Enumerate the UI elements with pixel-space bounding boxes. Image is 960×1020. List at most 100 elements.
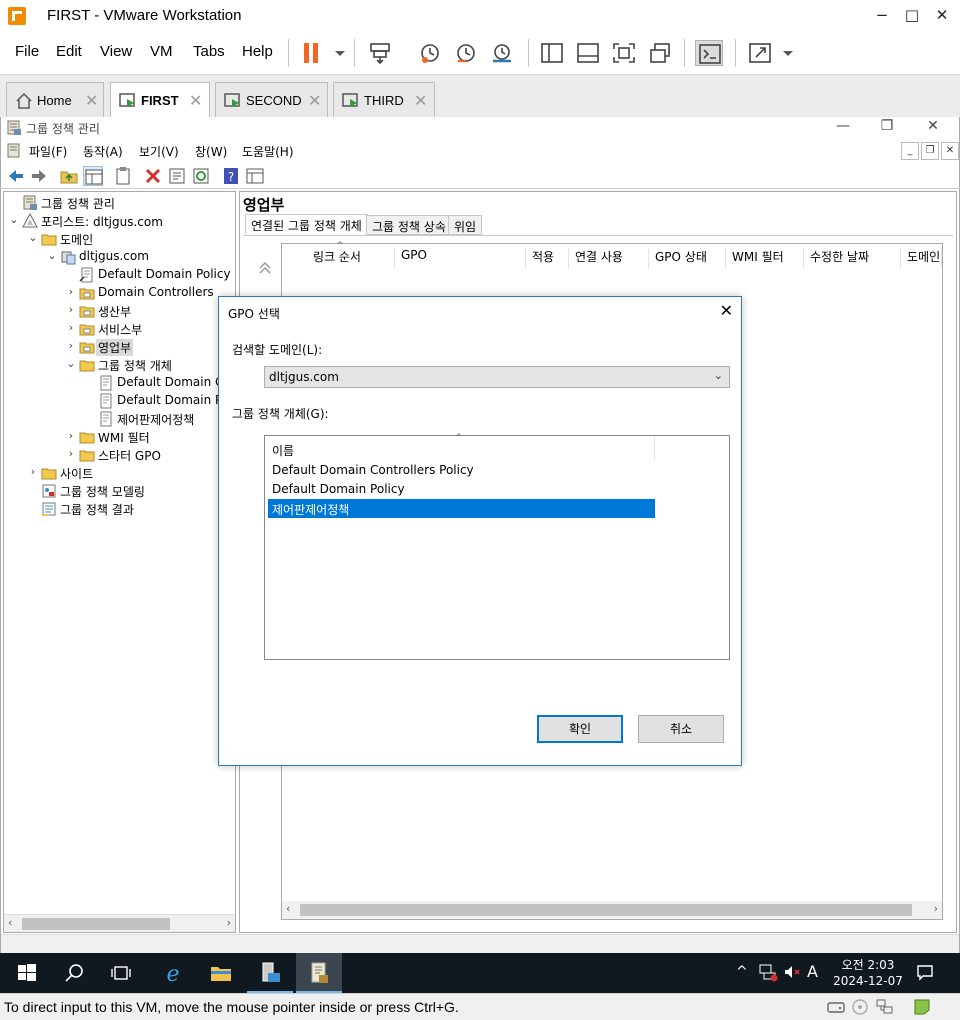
gpo-list-item[interactable]: Default Domain Policy: [268, 480, 655, 499]
mdi-minimize-button[interactable]: _: [901, 142, 919, 160]
stretch-dropdown-icon[interactable]: [774, 40, 793, 66]
unity-icon[interactable]: [646, 40, 674, 66]
notifications-icon[interactable]: [915, 962, 935, 986]
menu-help[interactable]: 도움말(H): [242, 143, 294, 160]
gpmc-restore-button[interactable]: ❐: [877, 118, 897, 134]
cd-dvd-icon[interactable]: [850, 998, 870, 1016]
tab-third[interactable]: THIRD ✕: [333, 82, 435, 118]
gpmc-close-button[interactable]: ✕: [923, 118, 943, 134]
column-gpo-status[interactable]: GPO 상태: [649, 248, 726, 268]
menu-action[interactable]: 동작(A): [83, 143, 123, 160]
server-manager-button[interactable]: [247, 953, 293, 993]
up-folder-icon[interactable]: [59, 166, 79, 186]
ok-button[interactable]: 확인: [537, 715, 623, 743]
start-button[interactable]: [4, 953, 50, 993]
chevron-right-icon[interactable]: ›: [27, 465, 39, 478]
cancel-button[interactable]: 취소: [638, 715, 724, 743]
column-gpo[interactable]: GPO: [395, 248, 526, 268]
minimize-button[interactable]: −: [870, 4, 894, 28]
volume-icon[interactable]: [782, 962, 802, 986]
send-ctrl-alt-del-icon[interactable]: [366, 40, 394, 66]
pause-dropdown-icon[interactable]: [326, 40, 345, 66]
column-link-enabled[interactable]: 연결 사용: [569, 248, 649, 268]
column-enforced[interactable]: 적용: [526, 248, 569, 268]
internet-explorer-button[interactable]: e: [150, 953, 196, 993]
library-view-icon[interactable]: [538, 40, 566, 66]
snapshot-manager-icon[interactable]: [488, 40, 516, 66]
domain-select[interactable]: dltjgus.com ⌄: [264, 366, 730, 388]
dialog-close-icon[interactable]: ✕: [720, 301, 733, 320]
column-wmi-filter[interactable]: WMI 필터: [726, 248, 804, 268]
menu-file[interactable]: 파일(F): [29, 143, 67, 160]
tab-linked-gpos[interactable]: 연결된 그룹 정책 개체: [245, 214, 368, 235]
snapshot-take-icon[interactable]: [416, 40, 444, 66]
scroll-right-icon[interactable]: ›: [227, 916, 231, 929]
console-view-icon[interactable]: [695, 40, 723, 66]
clock-time[interactable]: 오전 2:03: [840, 956, 896, 973]
network-icon[interactable]: [758, 962, 778, 986]
close-button[interactable]: ✕: [930, 4, 954, 28]
chevron-right-icon[interactable]: ›: [65, 285, 77, 298]
scroll-right-icon[interactable]: ›: [934, 902, 938, 915]
menu-tabs[interactable]: Tabs: [193, 43, 225, 60]
show-hidden-icons[interactable]: ^: [736, 964, 748, 980]
tree-horizontal-scrollbar[interactable]: ‹ ›: [4, 914, 235, 932]
snapshot-revert-icon[interactable]: [452, 40, 480, 66]
delete-icon[interactable]: [143, 166, 163, 186]
scroll-thumb[interactable]: [22, 918, 170, 930]
scroll-left-icon[interactable]: ‹: [8, 916, 12, 929]
gpo-list[interactable]: 이름 ^ Default Domain Controllers Policy D…: [264, 433, 730, 660]
clock-date[interactable]: 2024-12-07: [832, 974, 904, 988]
menu-help[interactable]: Help: [242, 43, 273, 60]
gpo-list-item-selected[interactable]: 제어판제어정책: [268, 499, 655, 518]
menu-window[interactable]: 창(W): [195, 143, 227, 160]
back-icon[interactable]: [6, 166, 26, 186]
chevron-right-icon[interactable]: ›: [65, 321, 77, 334]
tab-close-icon[interactable]: ✕: [414, 91, 427, 110]
gpmc-taskbar-button[interactable]: [296, 953, 342, 993]
list-horizontal-scrollbar[interactable]: ‹ ›: [282, 901, 942, 919]
menu-view[interactable]: 보기(V): [139, 143, 179, 160]
maximize-button[interactable]: □: [900, 4, 924, 28]
tab-close-icon[interactable]: ✕: [85, 91, 98, 110]
chevron-down-icon[interactable]: ⌄: [65, 357, 77, 370]
menu-view[interactable]: View: [100, 43, 132, 60]
tab-home[interactable]: Home ✕: [6, 82, 104, 118]
properties-icon[interactable]: [167, 166, 187, 186]
message-log-icon[interactable]: [912, 998, 932, 1016]
task-view-button[interactable]: [98, 953, 144, 993]
scroll-thumb[interactable]: [300, 904, 912, 916]
refresh-icon[interactable]: [191, 166, 211, 186]
column-name[interactable]: 이름 ^: [265, 433, 655, 460]
tab-delegation[interactable]: 위임: [448, 215, 483, 235]
gpmc-minimize-button[interactable]: —: [833, 118, 853, 134]
chevron-down-icon[interactable]: ⌄: [27, 231, 39, 244]
tab-first[interactable]: FIRST ✕: [110, 82, 210, 118]
console-tree[interactable]: 그룹 정책 관리 ⌄ 포리스트: dltjgus.com ⌄ 도메인 ⌄ dltjgus.c…: [3, 191, 236, 933]
menu-vm[interactable]: VM: [150, 43, 173, 60]
file-explorer-button[interactable]: [198, 953, 244, 993]
full-screen-icon[interactable]: [610, 40, 638, 66]
pause-icon[interactable]: [298, 40, 326, 66]
chevron-down-icon[interactable]: ⌄: [46, 249, 58, 262]
tab-second[interactable]: SECOND ✕: [215, 82, 328, 118]
clipboard-icon[interactable]: [113, 166, 133, 186]
tab-close-icon[interactable]: ✕: [308, 91, 321, 110]
gpo-list-item[interactable]: Default Domain Controllers Policy: [268, 461, 655, 480]
help-icon[interactable]: ?: [221, 166, 241, 186]
chevron-right-icon[interactable]: ›: [65, 429, 77, 442]
chevron-right-icon[interactable]: ›: [65, 339, 77, 352]
chevron-right-icon[interactable]: ›: [65, 447, 77, 460]
console-tree-icon[interactable]: [245, 166, 265, 186]
search-button[interactable]: [51, 953, 97, 993]
chevron-right-icon[interactable]: ›: [65, 303, 77, 316]
column-link-order[interactable]: 링크 순서: [307, 248, 395, 268]
column-modified[interactable]: 수정한 날짜: [804, 248, 901, 268]
hard-disk-icon[interactable]: [826, 998, 846, 1016]
scroll-left-icon[interactable]: ‹: [286, 902, 290, 915]
mdi-close-button[interactable]: ✕: [941, 142, 959, 160]
network-adapter-icon[interactable]: [875, 998, 895, 1016]
tab-close-icon[interactable]: ✕: [189, 91, 202, 110]
stretch-guest-icon[interactable]: [746, 40, 774, 66]
input-mode-indicator[interactable]: A: [807, 962, 818, 981]
